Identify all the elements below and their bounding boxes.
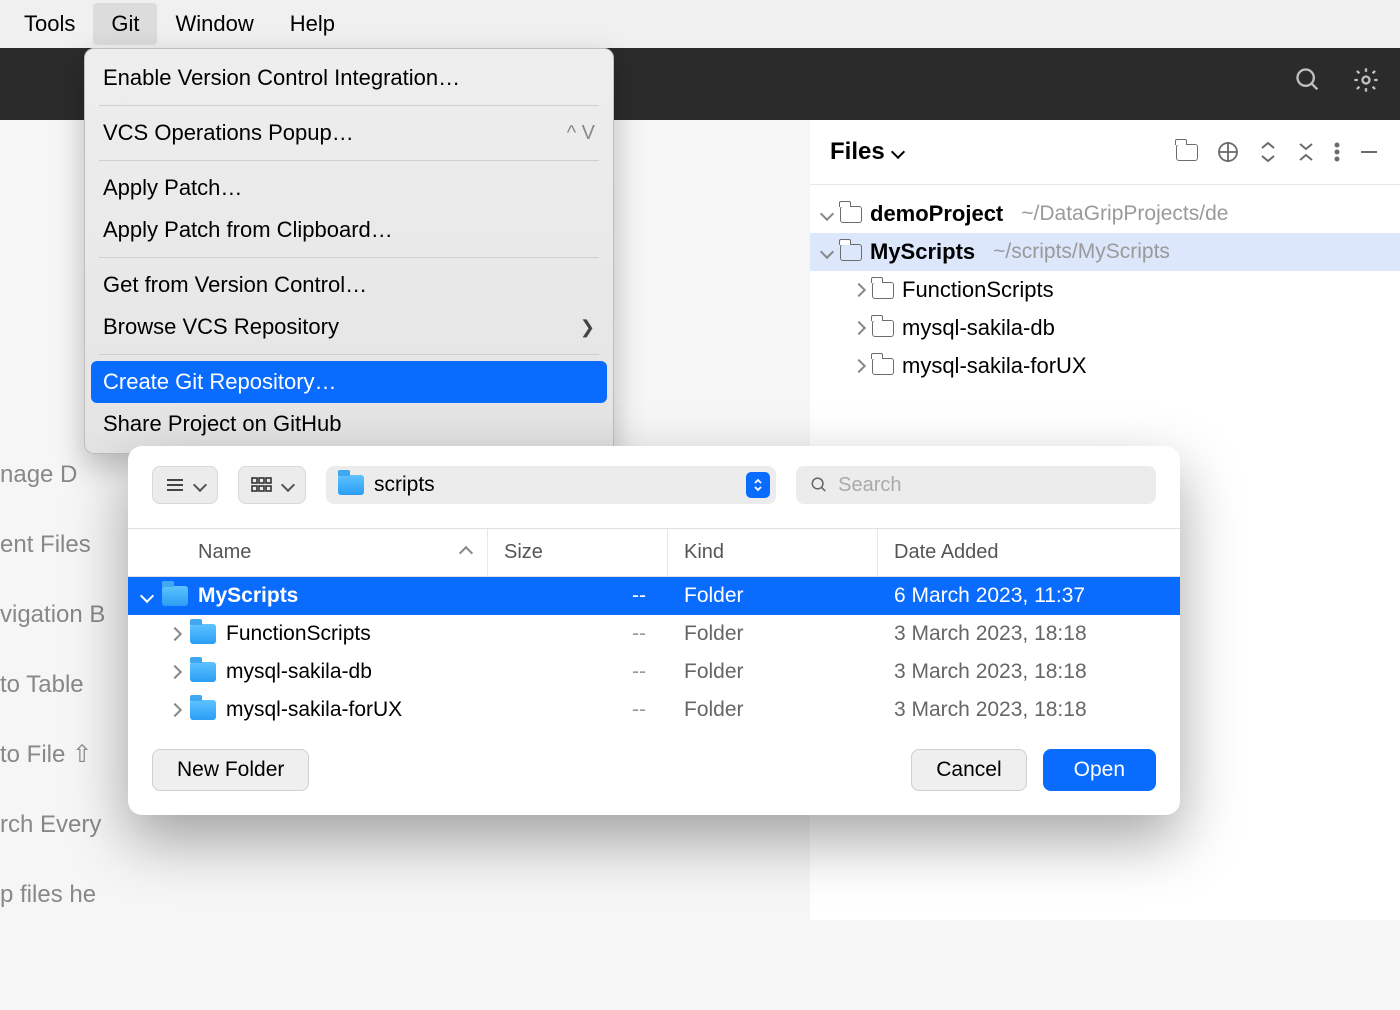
menu-tools[interactable]: Tools	[6, 3, 93, 45]
menu-vcs-popup[interactable]: VCS Operations Popup… ^ V	[85, 112, 613, 154]
col-kind[interactable]: Kind	[668, 529, 878, 576]
updown-icon	[746, 472, 770, 498]
chevron-right-icon	[168, 703, 182, 717]
folder-icon	[190, 624, 216, 644]
background-text: nage D ent Files vigation B to Table to …	[0, 440, 105, 930]
folder-icon	[190, 662, 216, 682]
chevron-right-icon	[852, 283, 866, 297]
file-row[interactable]: MyScripts -- Folder 6 March 2023, 11:37	[128, 577, 1180, 615]
gear-icon[interactable]	[1352, 66, 1380, 94]
chevron-right-icon	[852, 359, 866, 373]
folder-icon	[190, 700, 216, 720]
col-name[interactable]: Name	[128, 529, 488, 576]
chevron-right-icon	[168, 665, 182, 679]
chevron-right-icon: ❯	[580, 317, 595, 338]
tree-item-demoproject[interactable]: demoProject ~/DataGripProjects/de	[810, 195, 1400, 233]
view-grid-toggle[interactable]	[238, 466, 306, 504]
git-menu-dropdown: Enable Version Control Integration… VCS …	[84, 48, 614, 454]
file-list-header: Name Size Kind Date Added	[128, 528, 1180, 577]
collapse-all-icon[interactable]	[1296, 140, 1316, 164]
new-folder-button[interactable]: New Folder	[152, 749, 309, 791]
expand-collapse-icon[interactable]	[1258, 140, 1278, 164]
tree-item[interactable]: mysql-sakila-forUX	[810, 347, 1400, 385]
col-size[interactable]: Size	[488, 529, 668, 576]
open-button[interactable]: Open	[1043, 749, 1156, 791]
chevron-down-icon	[891, 145, 905, 159]
search-field[interactable]	[796, 466, 1156, 504]
file-list: MyScripts -- Folder 6 March 2023, 11:37 …	[128, 577, 1180, 729]
panel-title[interactable]: Files	[830, 138, 903, 166]
path-selector[interactable]: scripts	[326, 466, 776, 504]
minimize-icon[interactable]	[1358, 141, 1380, 163]
target-icon[interactable]	[1216, 140, 1240, 164]
menu-window[interactable]: Window	[157, 3, 271, 45]
menu-git[interactable]: Git	[93, 3, 157, 45]
files-tree: demoProject ~/DataGripProjects/de MyScri…	[810, 185, 1400, 395]
menu-help[interactable]: Help	[272, 3, 353, 45]
folder-icon	[840, 206, 862, 223]
file-row[interactable]: mysql-sakila-forUX -- Folder 3 March 202…	[128, 691, 1180, 729]
tree-item[interactable]: FunctionScripts	[810, 271, 1400, 309]
chevron-down-icon	[820, 207, 834, 221]
chevron-down-icon	[140, 589, 154, 603]
folder-icon	[840, 244, 862, 261]
chevron-down-icon	[193, 478, 207, 492]
file-row[interactable]: mysql-sakila-db -- Folder 3 March 2023, …	[128, 653, 1180, 691]
view-list-toggle[interactable]	[152, 466, 218, 504]
chevron-right-icon	[852, 321, 866, 335]
menu-apply-patch-clipboard[interactable]: Apply Patch from Clipboard…	[85, 209, 613, 251]
sort-asc-icon	[459, 545, 473, 559]
tree-item-myscripts[interactable]: MyScripts ~/scripts/MyScripts	[810, 233, 1400, 271]
folder-icon[interactable]	[1176, 144, 1198, 161]
menu-create-git-repo[interactable]: Create Git Repository…	[91, 361, 607, 403]
file-dialog: scripts Name Size Kind Date Added MyScri…	[128, 446, 1180, 815]
menu-apply-patch[interactable]: Apply Patch…	[85, 167, 613, 209]
chevron-down-icon	[281, 478, 295, 492]
cancel-button[interactable]: Cancel	[911, 749, 1026, 791]
search-input[interactable]	[838, 474, 1142, 497]
chevron-right-icon	[168, 627, 182, 641]
folder-icon	[872, 358, 894, 375]
folder-icon	[162, 586, 188, 606]
menu-get-from-vcs[interactable]: Get from Version Control…	[85, 264, 613, 306]
menu-enable-vcs[interactable]: Enable Version Control Integration…	[85, 57, 613, 99]
tree-item[interactable]: mysql-sakila-db	[810, 309, 1400, 347]
folder-icon	[338, 475, 364, 495]
search-icon	[810, 475, 828, 495]
menu-browse-vcs-repo[interactable]: Browse VCS Repository ❯	[85, 306, 613, 348]
menubar: Tools Git Window Help	[0, 0, 1400, 48]
shortcut-label: ^ V	[567, 122, 595, 145]
more-icon[interactable]	[1334, 140, 1340, 164]
folder-icon	[872, 282, 894, 299]
col-date[interactable]: Date Added	[878, 529, 1180, 576]
search-icon[interactable]	[1294, 66, 1322, 94]
file-row[interactable]: FunctionScripts -- Folder 3 March 2023, …	[128, 615, 1180, 653]
chevron-down-icon	[820, 245, 834, 259]
folder-icon	[872, 320, 894, 337]
menu-share-github[interactable]: Share Project on GitHub	[85, 403, 613, 445]
